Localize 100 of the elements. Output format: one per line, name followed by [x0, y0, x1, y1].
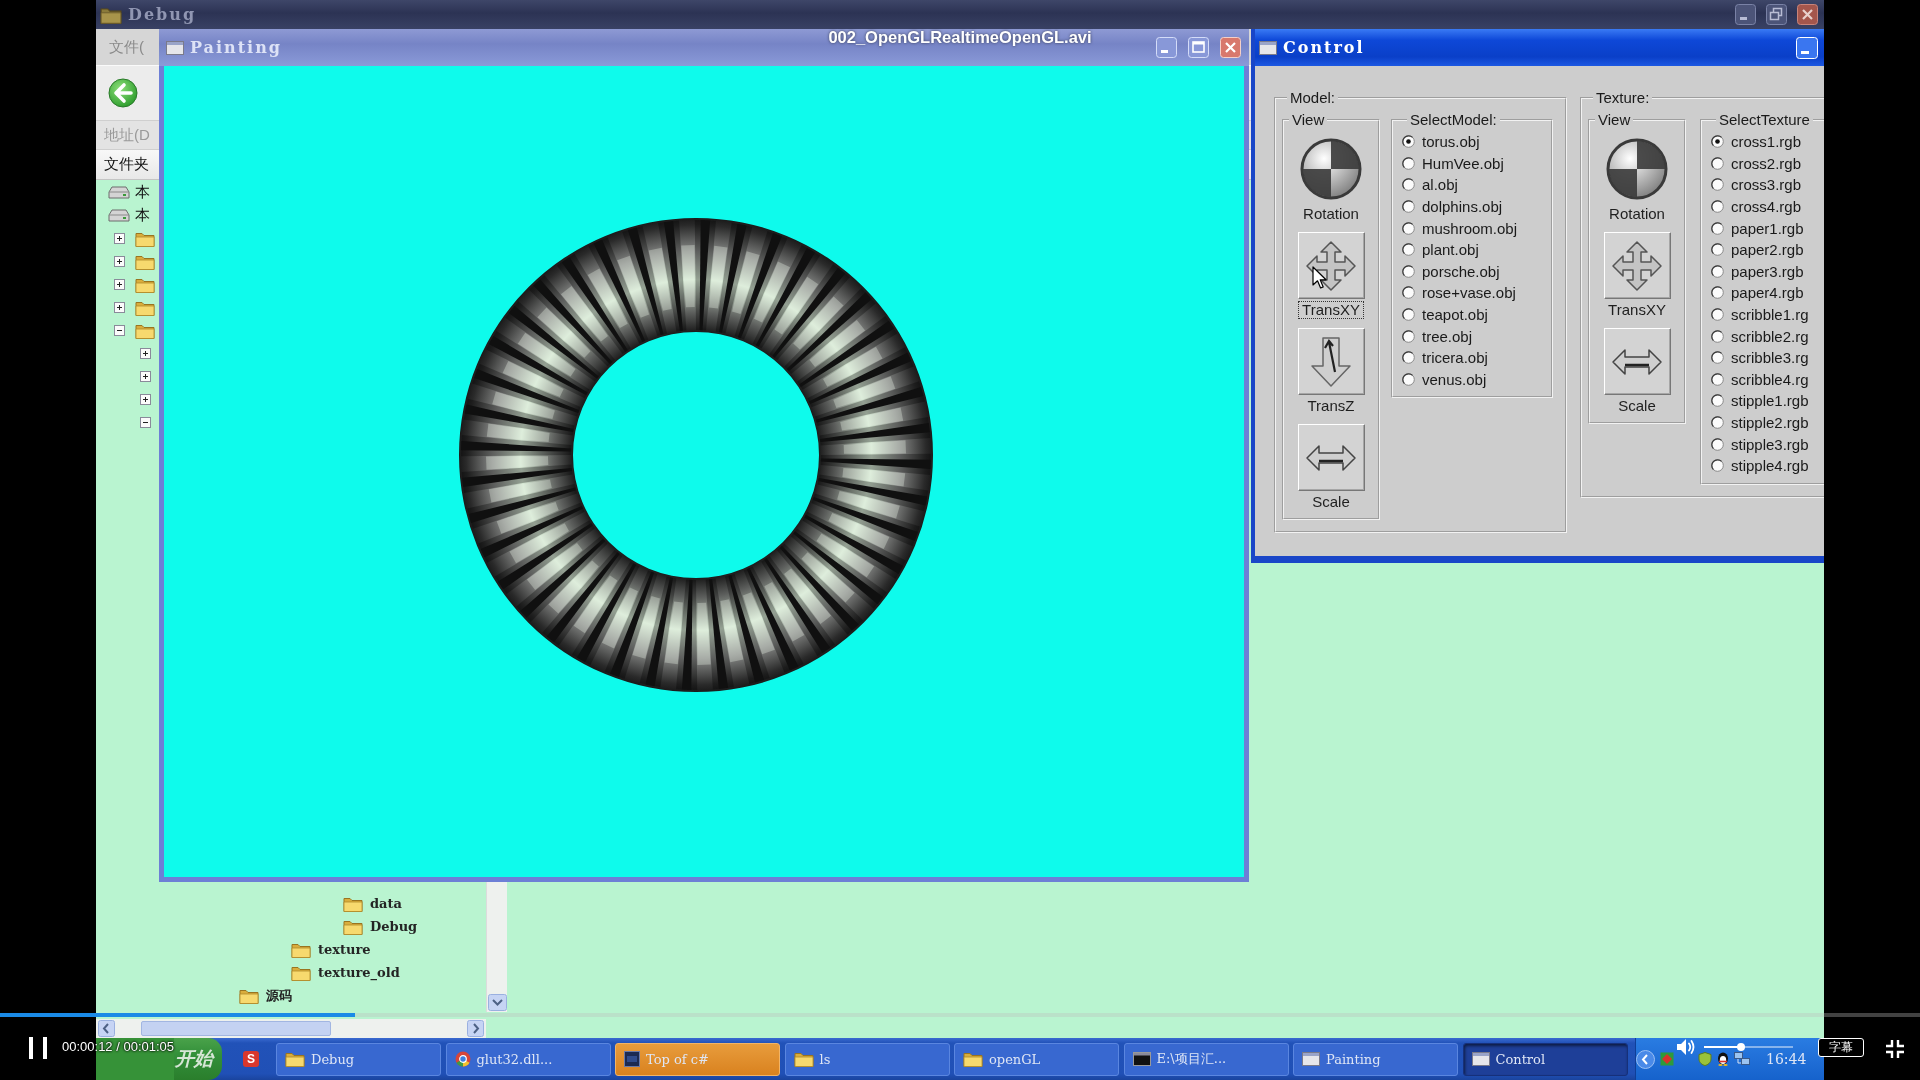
tree-item-label[interactable]: 本: [135, 183, 150, 202]
radio-option[interactable]: scribble2.rg: [1711, 325, 1824, 347]
radio-option[interactable]: torus.obj: [1402, 131, 1551, 153]
folder-icon: [963, 1051, 983, 1067]
folder-icon: [135, 322, 155, 339]
group-label: View: [1291, 111, 1326, 129]
radio-option[interactable]: teapot.obj: [1402, 303, 1551, 326]
group-label: SelectTexture: [1718, 111, 1811, 129]
vertical-arrow-icon: [1308, 335, 1354, 388]
expand-icon[interactable]: [113, 279, 125, 290]
radio-option[interactable]: paper4.rgb: [1711, 282, 1824, 304]
window-title: Painting: [190, 38, 282, 57]
radio-option[interactable]: scribble1.rg: [1711, 303, 1824, 326]
radio-option[interactable]: venus.obj: [1402, 368, 1551, 391]
folder-icon: [285, 1051, 305, 1067]
scale-button[interactable]: [1297, 424, 1365, 491]
scroll-down-button[interactable]: [487, 994, 507, 1011]
expand-icon[interactable]: [113, 302, 125, 313]
radio-option[interactable]: scribble4.rg: [1711, 368, 1824, 391]
control-label: Rotation: [1302, 205, 1360, 223]
radio-option[interactable]: cross4.rgb: [1711, 195, 1824, 218]
scrollbar-thumb[interactable]: [141, 1021, 331, 1036]
radio-option[interactable]: paper3.rgb: [1711, 260, 1824, 283]
radio-option[interactable]: cross3.rgb: [1711, 174, 1824, 196]
tree-item-label[interactable]: texture: [318, 942, 371, 957]
tree-item-label[interactable]: 源码: [266, 986, 292, 1005]
tree-item-label[interactable]: 本: [135, 206, 150, 225]
group-label: Texture:: [1595, 89, 1651, 107]
subtitles-button[interactable]: 字幕: [1818, 1038, 1864, 1057]
app-tile-icon: [624, 1051, 640, 1067]
radio-option[interactable]: mushroom.obj: [1402, 217, 1551, 239]
vertical-scrollbar[interactable]: [486, 882, 507, 1012]
expand-icon[interactable]: [139, 371, 151, 382]
left-right-arrow-icon: [1611, 346, 1663, 377]
window-icon: [1471, 1052, 1490, 1066]
collapse-icon[interactable]: [139, 417, 151, 428]
pause-icon[interactable]: [28, 1037, 48, 1059]
quick-launch-button[interactable]: S: [243, 1051, 259, 1067]
cursor-icon: [1312, 266, 1328, 290]
scroll-right-button[interactable]: [467, 1020, 484, 1037]
scroll-left-button[interactable]: [98, 1020, 115, 1037]
radio-option[interactable]: cross1.rgb: [1711, 131, 1824, 153]
trackball-icon[interactable]: [1300, 138, 1362, 200]
volume-icon[interactable]: [1676, 1038, 1696, 1056]
folder-icon: [291, 964, 311, 981]
radio-option[interactable]: paper2.rgb: [1711, 238, 1824, 261]
taskbar-button[interactable]: ls: [784, 1042, 950, 1076]
scale-button[interactable]: [1603, 328, 1671, 395]
folder-pane-title: 文件夹: [104, 155, 149, 174]
tray-chevron-button[interactable]: [1636, 1049, 1655, 1069]
radio-option[interactable]: scribble3.rg: [1711, 346, 1824, 369]
expand-icon[interactable]: [113, 256, 125, 267]
radio-option[interactable]: rose+vase.obj: [1402, 282, 1551, 304]
horizontal-scrollbar[interactable]: [96, 1019, 486, 1038]
folder-icon: [793, 1051, 814, 1067]
tree-item-label[interactable]: data: [370, 896, 402, 911]
expand-icon[interactable]: [139, 348, 151, 359]
radio-option[interactable]: tree.obj: [1402, 325, 1551, 347]
radio-option[interactable]: al.obj: [1402, 174, 1551, 196]
radio-option[interactable]: plant.obj: [1402, 238, 1551, 261]
left-right-arrow-icon: [1305, 442, 1357, 473]
expand-icon[interactable]: [113, 233, 125, 244]
taskbar-button[interactable]: openGL: [954, 1042, 1119, 1076]
tree-item-label[interactable]: Debug: [370, 919, 418, 934]
radio-option[interactable]: paper1.rgb: [1711, 217, 1824, 239]
translate-xy-button[interactable]: [1297, 232, 1365, 299]
clock: 16:44: [1766, 1051, 1807, 1067]
drive-icon: [108, 209, 130, 222]
taskbar-button[interactable]: Painting: [1293, 1042, 1458, 1076]
address-label: 地址(D: [104, 125, 150, 145]
taskbar-button[interactable]: Debug: [276, 1042, 441, 1076]
volume-thumb[interactable]: [1737, 1043, 1746, 1051]
expand-icon[interactable]: [139, 394, 151, 405]
window-icon: [166, 40, 184, 55]
radio-option[interactable]: dolphins.obj: [1402, 195, 1551, 218]
collapse-icon[interactable]: [113, 325, 125, 336]
folder-icon: [239, 987, 259, 1004]
radio-option[interactable]: tricera.obj: [1402, 346, 1551, 369]
translate-xy-button[interactable]: [1603, 232, 1671, 299]
translate-z-button[interactable]: [1297, 328, 1365, 395]
folder-icon: [135, 230, 155, 247]
radio-option[interactable]: porsche.obj: [1402, 260, 1551, 283]
shield-icon: [1698, 1052, 1712, 1066]
taskbar-button[interactable]: glut32.dll...: [445, 1042, 611, 1076]
exit-fullscreen-icon[interactable]: [1885, 1039, 1905, 1059]
taskbar-button[interactable]: E:\项目汇...: [1123, 1042, 1289, 1076]
taskbar-button[interactable]: Control: [1462, 1042, 1628, 1076]
folder-icon: [343, 918, 363, 935]
tree-item-label[interactable]: texture_old: [318, 965, 400, 980]
back-button[interactable]: [108, 78, 138, 108]
radio-option[interactable]: stipple4.rgb: [1711, 454, 1824, 477]
radio-option[interactable]: stipple1.rgb: [1711, 390, 1824, 412]
network-icon: [1734, 1052, 1750, 1066]
control-label: Rotation: [1608, 205, 1666, 223]
radio-option[interactable]: stipple3.rgb: [1711, 433, 1824, 455]
trackball-icon[interactable]: [1606, 138, 1668, 200]
radio-option[interactable]: cross2.rgb: [1711, 152, 1824, 175]
radio-option[interactable]: stipple2.rgb: [1711, 411, 1824, 434]
radio-option[interactable]: HumVee.obj: [1402, 152, 1551, 175]
color-wheel-icon: [454, 1051, 471, 1067]
